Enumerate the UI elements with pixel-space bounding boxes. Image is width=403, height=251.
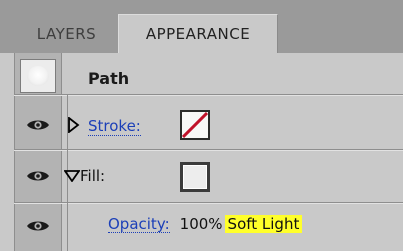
- path-thumbnail-circle: [27, 66, 49, 86]
- opacity-row: Opacity: 100% Soft Light: [108, 215, 303, 233]
- white-fill-swatch-icon[interactable]: [180, 162, 210, 192]
- path-title: Path: [88, 69, 130, 88]
- stroke-row[interactable]: Stroke:: [88, 117, 141, 136]
- row-divider-highlight: [14, 203, 403, 204]
- fill-label[interactable]: Fill:: [80, 167, 105, 185]
- opacity-value: 100%: [179, 215, 223, 233]
- fill-swatch-color: [183, 165, 207, 189]
- no-color-swatch-icon[interactable]: [180, 110, 210, 140]
- none-slash-icon: [182, 112, 208, 138]
- row-divider-highlight: [14, 150, 403, 151]
- tab-layers-label: LAYERS: [36, 24, 97, 43]
- eye-icon[interactable]: [26, 219, 50, 233]
- eye-icon[interactable]: [26, 118, 50, 132]
- triangle-down-icon[interactable]: [64, 170, 80, 182]
- triangle-right-icon[interactable]: [66, 117, 80, 133]
- tab-appearance[interactable]: APPEARANCE: [118, 14, 278, 53]
- row-divider-highlight: [14, 95, 403, 96]
- stroke-label-link[interactable]: Stroke:: [88, 117, 141, 136]
- opacity-label-link[interactable]: Opacity:: [108, 216, 170, 233]
- eye-icon[interactable]: [26, 169, 50, 183]
- tab-appearance-label: APPEARANCE: [145, 25, 251, 43]
- blend-mode-value: Soft Light: [224, 215, 303, 233]
- tab-layers[interactable]: LAYERS: [14, 14, 119, 53]
- path-thumbnail: [20, 59, 56, 93]
